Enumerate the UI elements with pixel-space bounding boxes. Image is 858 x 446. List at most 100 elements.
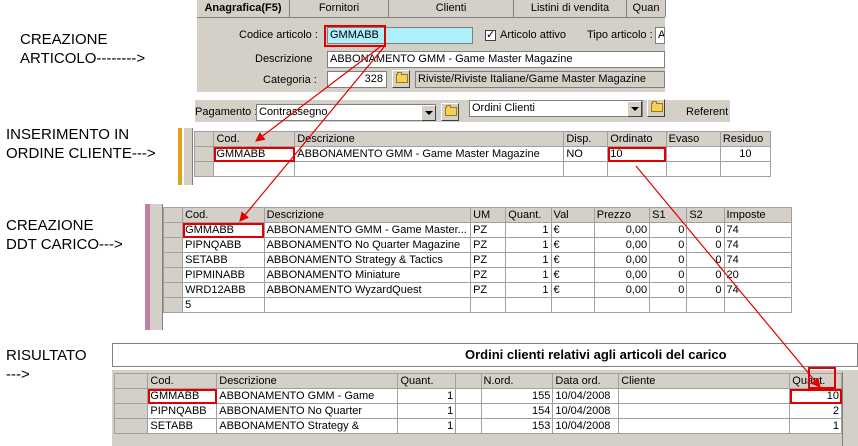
col-descrizione[interactable]: Descrizione [216, 373, 399, 389]
cell-val[interactable]: € [550, 237, 595, 253]
cell-ordinato[interactable]: 10 [607, 146, 667, 162]
tab-quan[interactable]: Quan [627, 0, 666, 17]
cell-descrizione[interactable]: ABBONAMENTO Strategy & Tactics [263, 252, 472, 268]
cell-descrizione[interactable]: ABBONAMENTO No Quarter Magazine [263, 237, 472, 253]
cell-quant[interactable]: 1 [505, 237, 552, 253]
cell-empty[interactable] [470, 297, 507, 313]
cell-um[interactable]: PZ [470, 237, 507, 253]
cell-s1[interactable]: 0 [649, 282, 688, 298]
cell-val[interactable]: € [550, 252, 595, 268]
cell-s1[interactable]: 0 [649, 237, 688, 253]
cell-empty[interactable] [563, 161, 609, 177]
col-descrizione[interactable]: Descrizione [294, 131, 565, 147]
table-row[interactable]: WRD12ABB ABBONAMENTO WyzardQuest PZ 1 € … [162, 282, 793, 298]
categoria-code-input[interactable]: 328 [327, 71, 387, 88]
cell-data-ord[interactable]: 10/04/2008 [552, 388, 620, 404]
cell-s2[interactable]: 0 [686, 237, 725, 253]
cell-descrizione[interactable]: ABBONAMENTO GMM - Game [216, 388, 399, 404]
col-val[interactable]: Val [550, 207, 595, 223]
col-descrizione[interactable]: Descrizione [263, 207, 472, 223]
cell-quant[interactable]: 1 [397, 418, 457, 434]
col-evaso[interactable]: Evaso [665, 131, 721, 147]
table-row[interactable]: GMMABB ABBONAMENTO GMM - Game Master... … [162, 222, 793, 238]
cell-quant[interactable]: 1 [505, 252, 552, 268]
cell-cliente[interactable] [618, 418, 791, 434]
pagamento-dropdown-button[interactable] [421, 105, 436, 121]
cell-prezzo[interactable]: 0,00 [593, 267, 651, 283]
cell-quant[interactable]: 1 [397, 388, 457, 404]
table-row-empty[interactable] [193, 161, 772, 177]
table-row[interactable]: PIPMINABB ABBONAMENTO Miniature PZ 1 € 0… [162, 267, 793, 283]
cell-imposte[interactable]: 74 [723, 222, 793, 238]
tipo-ordine-dropdown-button[interactable] [627, 101, 642, 117]
cell-empty[interactable] [649, 297, 688, 313]
cell-quant-ordine[interactable]: 1 [789, 418, 842, 434]
tab-anagrafica[interactable]: Anagrafica(F5) [197, 0, 290, 17]
cell-disp[interactable]: NO [563, 146, 609, 162]
table-row[interactable]: PIPNQABB ABBONAMENTO No Quarter Magazine… [162, 237, 793, 253]
cell-quant-ordine[interactable]: 2 [789, 403, 842, 419]
cell-s1[interactable]: 0 [649, 252, 688, 268]
cell-imposte[interactable]: 74 [723, 282, 793, 298]
col-um[interactable]: UM [470, 207, 507, 223]
cell-empty[interactable] [686, 297, 725, 313]
attivo-checkbox[interactable] [485, 28, 496, 41]
cell-empty[interactable] [723, 297, 793, 313]
table-row[interactable]: SETABB ABBONAMENTO Strategy & Tactics PZ… [162, 252, 793, 268]
cell-descrizione[interactable]: ABBONAMENTO WyzardQuest [263, 282, 472, 298]
col-nord[interactable]: N.ord. [480, 373, 554, 389]
cell-val[interactable]: € [550, 222, 595, 238]
cell-descrizione[interactable]: ABBONAMENTO Strategy & [216, 418, 399, 434]
cell-data-ord[interactable]: 10/04/2008 [552, 403, 620, 419]
table-row[interactable]: GMMABB ABBONAMENTO GMM - Game Master Mag… [193, 146, 772, 162]
pagamento-select[interactable]: Contrassegno [256, 104, 436, 121]
cell-cod[interactable]: GMMABB [213, 146, 296, 162]
cell-s2[interactable]: 0 [686, 222, 725, 238]
table-row-new[interactable]: 5 [162, 297, 793, 313]
cell-cod[interactable]: SETABB [147, 418, 218, 434]
cell-um[interactable]: PZ [470, 252, 507, 268]
risultato-scrollbar[interactable] [842, 372, 857, 446]
cell-empty[interactable] [263, 297, 472, 313]
col-ordinato[interactable]: Ordinato [607, 131, 667, 147]
col-cliente[interactable]: Cliente [618, 373, 791, 389]
cell-residuo[interactable]: 10 [719, 146, 772, 162]
cell-empty[interactable] [719, 161, 772, 177]
tipo-ordine-browse-button[interactable] [647, 99, 665, 117]
col-s1[interactable]: S1 [649, 207, 688, 223]
cell-prezzo[interactable]: 0,00 [593, 252, 651, 268]
cell-descrizione[interactable]: ABBONAMENTO No Quarter [216, 403, 399, 419]
cell-imposte[interactable]: 20 [723, 267, 793, 283]
col-data-ord[interactable]: Data ord. [552, 373, 620, 389]
cell-quant-ordine[interactable]: 10 [789, 388, 842, 404]
cell-evaso[interactable] [665, 146, 721, 162]
cell-descrizione[interactable]: ABBONAMENTO Miniature [263, 267, 472, 283]
cell-descrizione[interactable]: ABBONAMENTO GMM - Game Master Magazine [294, 146, 565, 162]
tab-listini[interactable]: Listini di vendita [514, 0, 627, 17]
cell-nord[interactable]: 153 [480, 418, 554, 434]
tipo-articolo-input[interactable]: A [655, 27, 665, 44]
col-prezzo[interactable]: Prezzo [593, 207, 651, 223]
cell-cliente[interactable] [618, 388, 791, 404]
cell-nord[interactable]: 154 [480, 403, 554, 419]
cell-row-number[interactable]: 5 [182, 297, 265, 313]
tab-clienti[interactable]: Clienti [389, 0, 514, 17]
cell-quant[interactable]: 1 [397, 403, 457, 419]
tab-fornitori[interactable]: Fornitori [290, 0, 389, 17]
cell-cod[interactable]: GMMABB [147, 388, 218, 404]
cell-cod[interactable]: GMMABB [182, 222, 265, 238]
col-imposte[interactable]: Imposte [723, 207, 793, 223]
cell-imposte[interactable]: 74 [723, 237, 793, 253]
col-quant[interactable]: Quant. [505, 207, 552, 223]
cell-cod[interactable]: PIPMINABB [182, 267, 265, 283]
cell-val[interactable]: € [550, 267, 595, 283]
cell-quant[interactable]: 1 [505, 222, 552, 238]
table-row[interactable]: GMMABB ABBONAMENTO GMM - Game 1 155 10/0… [113, 388, 842, 404]
cell-nord[interactable]: 155 [480, 388, 554, 404]
cell-quant[interactable]: 1 [505, 267, 552, 283]
cell-s2[interactable]: 0 [686, 282, 725, 298]
categoria-browse-button[interactable] [392, 70, 410, 88]
cell-empty[interactable] [294, 161, 565, 177]
col-cod[interactable]: Cod. [147, 373, 218, 389]
col-s2[interactable]: S2 [686, 207, 725, 223]
